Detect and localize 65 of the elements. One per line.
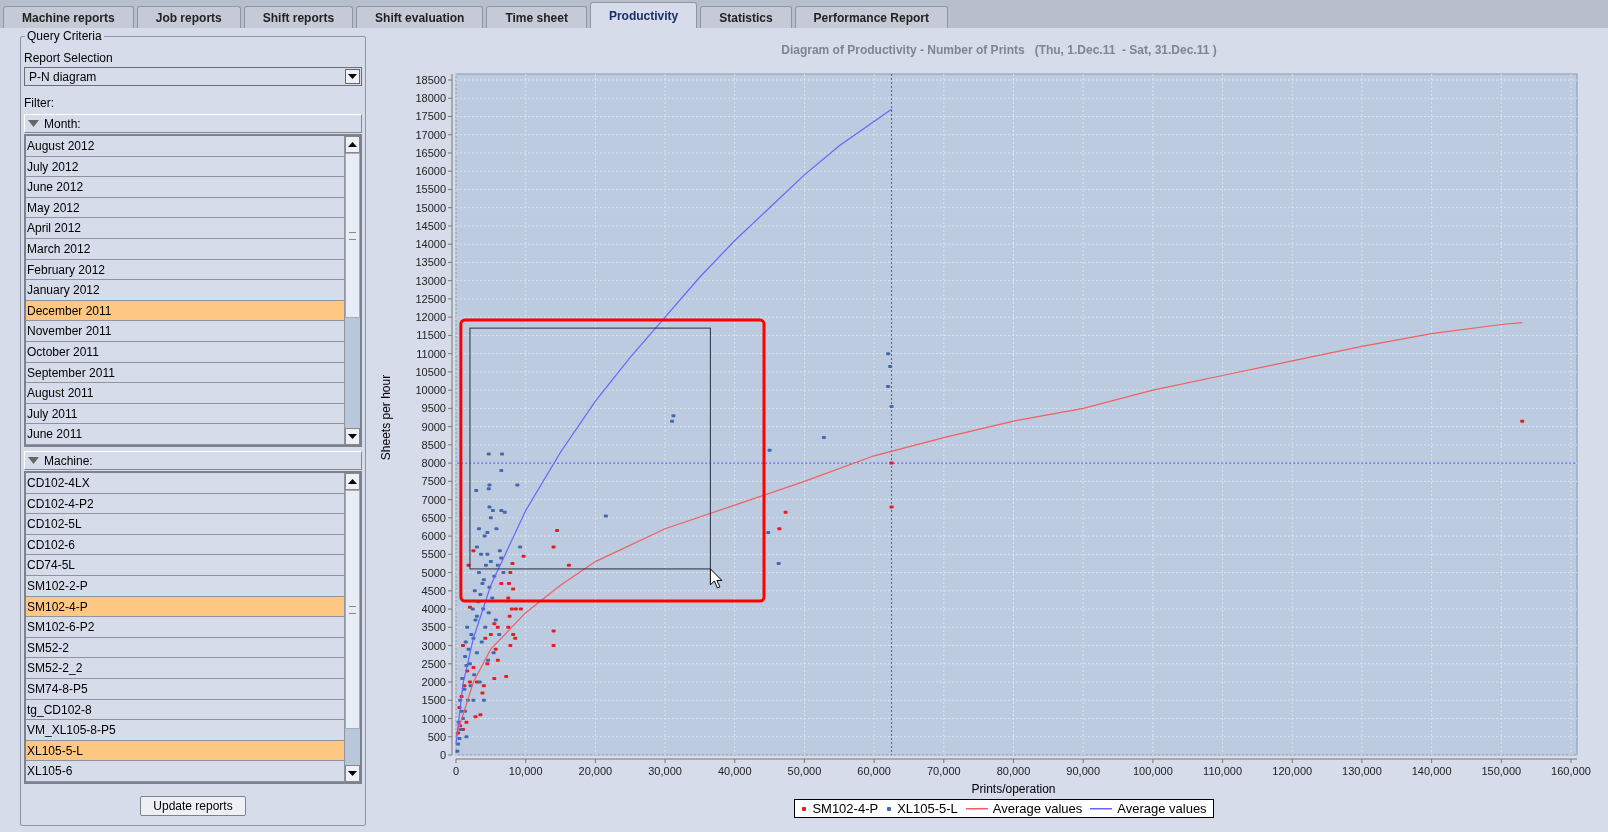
y-tick-label: 0 <box>439 749 446 761</box>
y-tick-label: 3500 <box>421 621 446 634</box>
y-tick-label: 16500 <box>415 146 446 159</box>
y-tick-label: 15000 <box>415 201 446 214</box>
y-tick-label: 13500 <box>415 256 446 269</box>
x-tick-label: 140,000 <box>1411 765 1452 777</box>
legend-label: Average values <box>992 801 1083 816</box>
y-tick-label: 1500 <box>421 694 446 707</box>
x-tick-label: 20,000 <box>578 765 613 777</box>
y-tick-label: 12500 <box>415 292 446 305</box>
y-tick-label: 8500 <box>421 438 446 451</box>
x-tick-label: 60,000 <box>857 765 891 777</box>
y-tick-label: 11500 <box>416 329 446 342</box>
x-tick-label: 40,000 <box>717 765 752 777</box>
y-tick-label: 1000 <box>421 712 446 725</box>
y-tick-label: 17000 <box>415 128 446 141</box>
x-tick-label: 10,000 <box>508 765 543 777</box>
y-tick-label: 8000 <box>421 457 446 470</box>
y-tick-label: 4000 <box>421 603 446 616</box>
x-tick-label: 160,000 <box>1551 765 1591 777</box>
x-tick-label: 120,000 <box>1272 765 1313 777</box>
x-tick-label: 30,000 <box>648 765 682 777</box>
x-tick-label: 130,000 <box>1342 765 1382 777</box>
y-tick-label: 7000 <box>421 493 446 506</box>
x-tick-label: 0 <box>452 765 460 777</box>
y-tick-label: 14500 <box>415 219 446 232</box>
y-tick-label: 5500 <box>421 548 446 561</box>
y-tick-label: 2000 <box>421 676 446 689</box>
x-tick-label: 50,000 <box>787 765 822 777</box>
y-tick-label: 500 <box>427 730 446 743</box>
field-label: Report Selection <box>24 51 114 65</box>
x-tick-label: 90,000 <box>1066 765 1100 777</box>
x-tick-label: 110,000 <box>1203 765 1243 777</box>
chart-title: Diagram of Productivity - Number of Prints (Thu, 1.Dec.11 - Sat, 31.Dec.11 ) <box>781 43 1217 59</box>
y-tick-label: 6000 <box>421 530 446 543</box>
legend-label: Average values <box>1117 801 1207 816</box>
y-tick-label: 2500 <box>421 657 446 670</box>
x-tick-label: 100,000 <box>1133 765 1173 777</box>
y-tick-label: 18500 <box>415 74 446 86</box>
y-tick-label: 9500 <box>421 402 446 415</box>
y-tick-label: 6500 <box>421 511 446 524</box>
y-tick-label: 10000 <box>415 384 446 397</box>
x-tick-label: 150,000 <box>1481 765 1522 777</box>
y-tick-label: 16000 <box>415 165 446 178</box>
y-tick-label: 15500 <box>415 183 446 196</box>
legend-label: SM102-4-P <box>812 801 879 816</box>
y-tick-label: 7500 <box>421 475 446 488</box>
filter-label: Filter: <box>24 96 55 110</box>
x-tick-label: 80,000 <box>996 765 1031 777</box>
x-axis-title: Prints/operation <box>971 782 1056 796</box>
y-tick-label: 4500 <box>421 584 446 597</box>
y-axis-title: Sheets per hour <box>379 374 393 461</box>
y-tick-label: 9000 <box>421 420 446 433</box>
y-tick-label: 18000 <box>415 92 446 105</box>
y-tick-label: 5000 <box>421 566 446 579</box>
y-tick-label: 12000 <box>415 311 446 324</box>
y-tick-label: 17500 <box>415 110 446 123</box>
group-title: Query Criteria <box>25 29 104 43</box>
y-tick-label: 3000 <box>421 639 446 652</box>
y-tick-label: 14000 <box>415 238 446 251</box>
y-tick-label: 11000 <box>416 347 446 360</box>
y-tick-label: 10500 <box>415 365 446 378</box>
x-tick-label: 70,000 <box>927 765 961 777</box>
y-tick-label: 13000 <box>415 274 446 287</box>
legend-label: XL105-5-L <box>897 801 958 816</box>
